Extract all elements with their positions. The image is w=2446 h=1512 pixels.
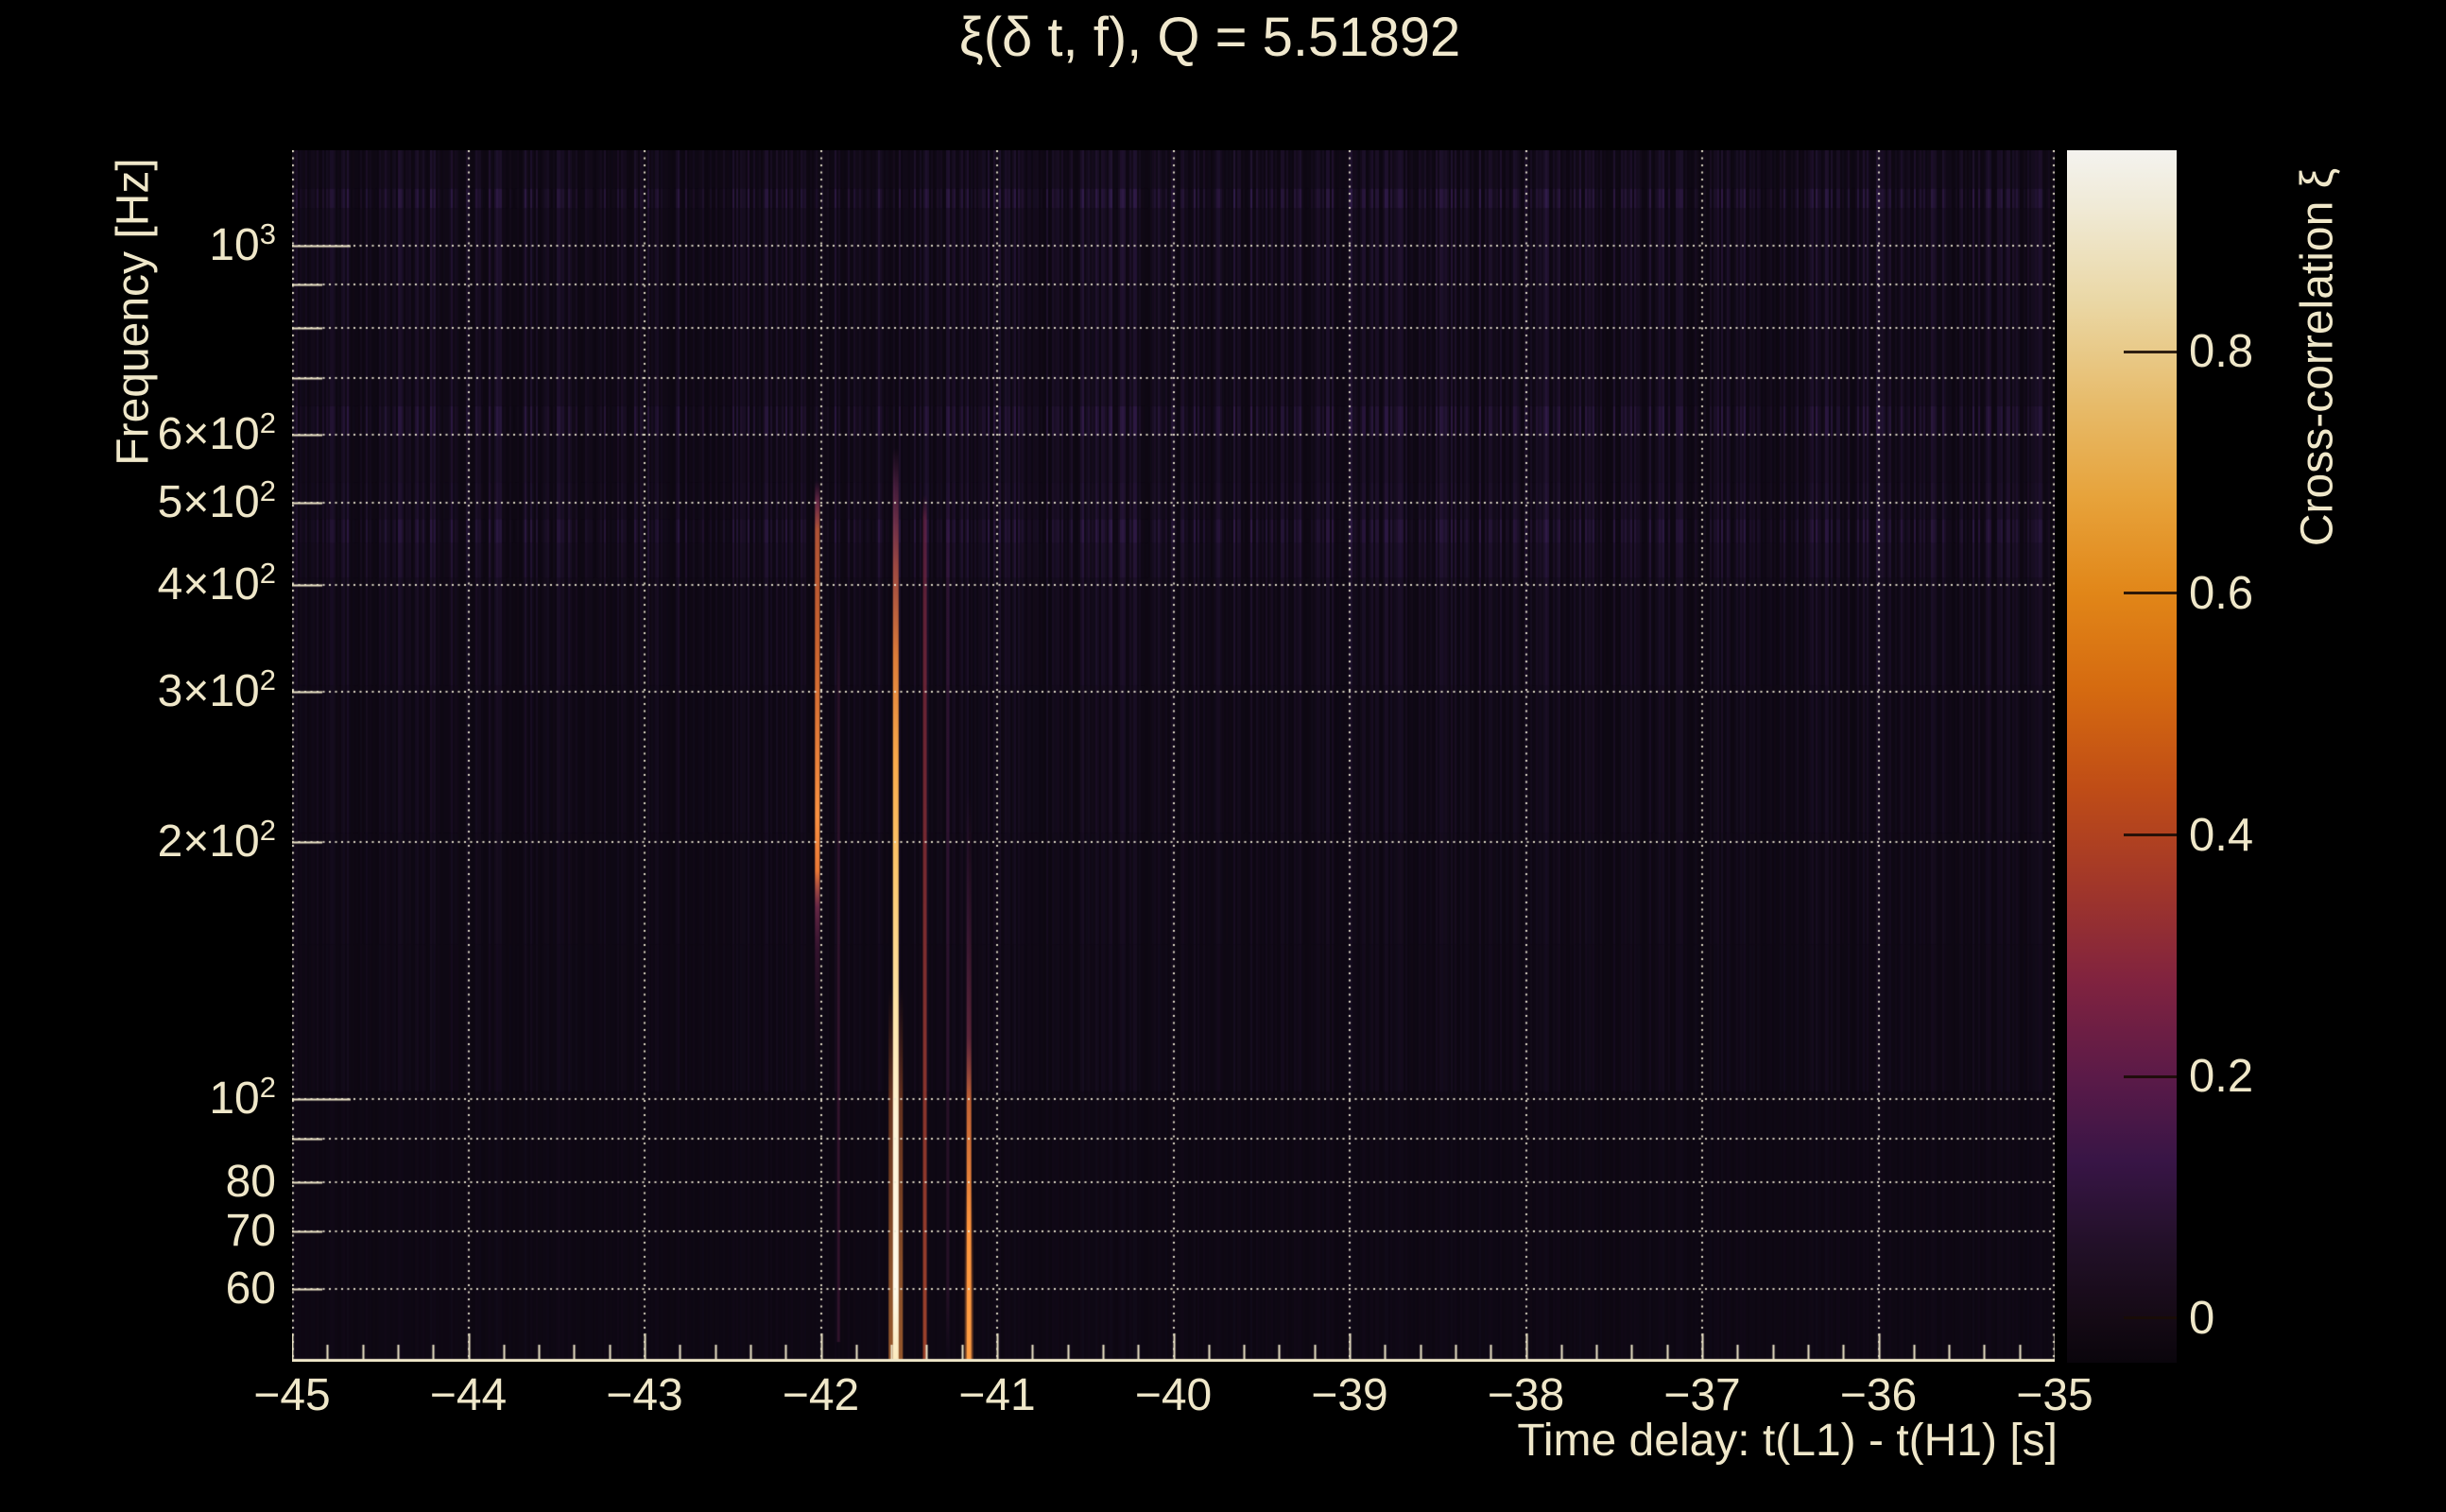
x-tick-label: −44: [429, 1370, 508, 1420]
y-tick-label: 4×102: [157, 557, 276, 610]
colorbar-tick-label: 0.8: [2189, 326, 2254, 378]
y-tick-label: 3×102: [157, 663, 276, 717]
y-tick-exponent: 2: [259, 1071, 276, 1105]
colorbar-gradient: [2067, 150, 2177, 1363]
y-tick-label: 103: [209, 216, 276, 270]
y-tick-exponent: 3: [259, 216, 276, 250]
x-tick-label: −37: [1663, 1370, 1741, 1420]
x-tick-label: −41: [958, 1370, 1036, 1420]
y-tick-label: 6×102: [157, 406, 276, 460]
y-tick-label: 70: [225, 1206, 276, 1257]
x-tick-label: −38: [1487, 1370, 1565, 1420]
colorbar-title: Cross-correlation ξ: [2292, 167, 2343, 547]
y-tick-label: 60: [225, 1263, 276, 1314]
heatmap-canvas: [292, 150, 2055, 1362]
y-tick-label: 5×102: [157, 473, 276, 527]
y-tick-exponent: 2: [259, 406, 276, 440]
y-tick-label: 80: [225, 1156, 276, 1207]
x-tick-label: −42: [782, 1370, 860, 1420]
y-tick-exponent: 2: [259, 557, 276, 591]
colorbar-tick: [2124, 1316, 2177, 1320]
y-tick-label: 102: [209, 1071, 276, 1125]
x-tick-label: −39: [1311, 1370, 1388, 1420]
colorbar-tick: [2124, 833, 2177, 837]
chart-title: ξ(δ t, f), Q = 5.51892: [958, 7, 1461, 68]
x-tick-label: −40: [1134, 1370, 1213, 1420]
colorbar-tick-label: 0.2: [2189, 1051, 2254, 1103]
x-tick-label: −45: [253, 1370, 331, 1420]
x-tick-label: −36: [1839, 1370, 1918, 1420]
colorbar-tick-label: 0: [2189, 1292, 2215, 1344]
x-axis-title: Time delay: t(L1) - t(H1) [s]: [1517, 1416, 2058, 1466]
x-tick-label: −43: [606, 1370, 683, 1420]
page-root: ξ(δ t, f), Q = 5.51892 Frequency [Hz] Ti…: [0, 0, 2446, 1512]
y-tick-exponent: 2: [259, 663, 276, 697]
x-tick-label: −35: [2016, 1370, 2093, 1420]
y-tick-exponent: 2: [259, 814, 276, 848]
y-tick-exponent: 2: [259, 473, 276, 507]
colorbar-tick: [2124, 592, 2177, 595]
colorbar-tick: [2124, 350, 2177, 353]
colorbar-tick-label: 0.6: [2189, 567, 2254, 619]
colorbar-tick: [2124, 1074, 2177, 1078]
colorbar-tick-label: 0.4: [2189, 809, 2254, 861]
y-tick-label: 2×102: [157, 814, 276, 868]
